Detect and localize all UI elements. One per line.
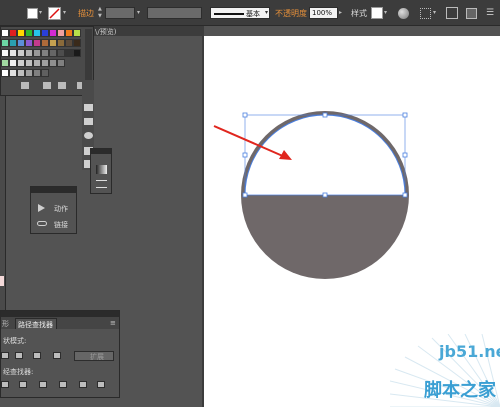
handle-bottom-right[interactable] — [402, 192, 408, 198]
white-half-shape[interactable] — [245, 115, 405, 195]
watermark: jb51.net 脚本之家 — [390, 334, 500, 407]
handle-bottom-center[interactable] — [322, 192, 328, 198]
watermark-url: jb51.net — [439, 342, 500, 361]
handle-bottom-left[interactable] — [242, 192, 248, 198]
handle-middle-right[interactable] — [402, 152, 408, 158]
handle-top-left[interactable] — [242, 112, 248, 118]
watermark-title: 脚本之家 — [424, 380, 496, 401]
handle-middle-left[interactable] — [242, 152, 248, 158]
handle-top-right[interactable] — [402, 112, 408, 118]
handle-top-center[interactable] — [322, 112, 328, 118]
